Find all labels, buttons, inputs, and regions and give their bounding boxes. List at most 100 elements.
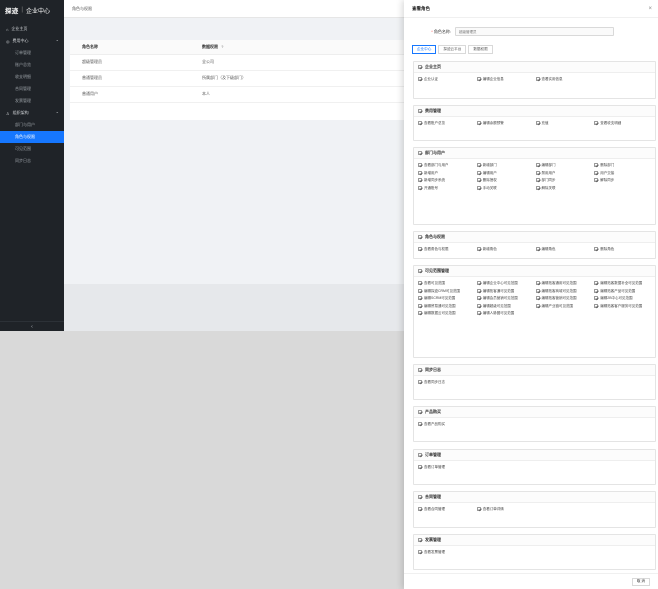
- permission-item[interactable]: 编辑探迹CRM可见范围: [418, 289, 475, 294]
- checkbox[interactable]: [594, 247, 599, 252]
- permission-item[interactable]: 删除角色: [594, 247, 651, 252]
- sidebar-item[interactable]: ◎ 费用中心 ⌃: [0, 35, 64, 47]
- checkbox[interactable]: [476, 178, 481, 183]
- permission-item[interactable]: 编辑企业信息: [476, 77, 534, 82]
- permission-item[interactable]: 编辑用户: [476, 170, 534, 176]
- help-icon[interactable]: ?: [221, 44, 223, 49]
- permission-item[interactable]: 充值: [535, 121, 593, 126]
- permission-item[interactable]: 开通账号: [418, 186, 475, 191]
- permission-item[interactable]: 查看角色与权限: [418, 247, 475, 252]
- checkbox[interactable]: [418, 185, 422, 190]
- permission-item[interactable]: 部门同步: [535, 178, 593, 183]
- permission-item[interactable]: 编辑部门: [535, 163, 593, 168]
- permission-item[interactable]: 查看部门与用户: [418, 163, 475, 168]
- sidebar-item[interactable]: 同步日志: [0, 155, 64, 167]
- permission-item[interactable]: 编辑贸易通可见范围: [418, 304, 475, 309]
- checkbox[interactable]: [594, 288, 599, 293]
- permission-item[interactable]: 解除关联: [535, 185, 593, 191]
- checkbox[interactable]: [476, 507, 481, 512]
- checkbox[interactable]: [476, 163, 481, 168]
- permission-item[interactable]: 查看实用信息: [535, 77, 593, 82]
- permission-item[interactable]: 编辑拓客通可见范围: [476, 289, 534, 294]
- checkbox[interactable]: [594, 163, 599, 168]
- sidebar-item[interactable]: 可见范围: [0, 143, 64, 155]
- checkbox[interactable]: [594, 170, 599, 175]
- checkbox[interactable]: [476, 296, 481, 301]
- permission-item[interactable]: 编辑拓客通用可见范围: [535, 281, 593, 286]
- checkbox[interactable]: [535, 121, 540, 126]
- permission-item[interactable]: 编辑会员营销可见范围: [476, 296, 534, 301]
- cancel-button[interactable]: 取 消: [631, 577, 650, 586]
- checkbox[interactable]: [535, 247, 540, 252]
- checkbox[interactable]: [535, 163, 540, 168]
- sidebar-item[interactable]: 收支明细: [0, 71, 64, 83]
- checkbox[interactable]: [418, 311, 422, 316]
- permission-item[interactable]: 查看产品购买: [418, 422, 475, 427]
- close-icon[interactable]: ×: [648, 6, 652, 12]
- checkbox[interactable]: [418, 507, 422, 512]
- checkbox[interactable]: [535, 77, 540, 82]
- section-checkbox[interactable]: [418, 453, 422, 458]
- permission-item[interactable]: 查看收支明细: [594, 121, 651, 126]
- sidebar-item[interactable]: 部门与用户: [0, 119, 64, 131]
- checkbox[interactable]: [418, 550, 422, 555]
- permission-item[interactable]: 编辑拓客营销可见范围: [535, 296, 593, 301]
- permission-item[interactable]: 编辑角色: [535, 247, 593, 252]
- permission-item[interactable]: 查看可见范围: [418, 281, 475, 286]
- checkbox[interactable]: [535, 185, 540, 190]
- checkbox[interactable]: [418, 380, 422, 385]
- table-row[interactable]: 普通管理员 所属部门（及下级部门）: [70, 70, 404, 87]
- checkbox[interactable]: [535, 303, 540, 308]
- permission-item[interactable]: 查看账户总览: [418, 121, 475, 126]
- permission-item[interactable]: 禁用用户: [535, 170, 593, 176]
- checkbox[interactable]: [418, 170, 422, 175]
- permission-item[interactable]: 编辑企业中心可见范围: [476, 281, 534, 286]
- checkbox[interactable]: [418, 303, 422, 308]
- permission-item[interactable]: 编辑拓客产品可见范围: [594, 289, 651, 294]
- checkbox[interactable]: [594, 178, 599, 183]
- permission-item[interactable]: 查看合同管理: [418, 507, 475, 512]
- table-row[interactable]: 普通用户 本人: [70, 86, 404, 103]
- permission-item[interactable]: 编辑人脉圈可见范围: [476, 311, 534, 316]
- sidebar-item[interactable]: 发票管理: [0, 95, 64, 107]
- section-checkbox[interactable]: [418, 65, 422, 70]
- checkbox[interactable]: [476, 281, 481, 286]
- checkbox[interactable]: [476, 247, 481, 252]
- sidebar-item[interactable]: 合同管理: [0, 83, 64, 95]
- checkbox[interactable]: [418, 465, 422, 470]
- checkbox[interactable]: [535, 170, 540, 175]
- permission-item[interactable]: 查看订单管理: [418, 465, 475, 470]
- permission-item[interactable]: 编辑拓客客户服务可见范围: [594, 304, 651, 309]
- permission-item[interactable]: 删除部门: [594, 163, 651, 168]
- permission-item[interactable]: 编辑2B中心可见范围: [594, 296, 651, 301]
- tab-data-permission[interactable]: 数据权限: [468, 45, 493, 54]
- sidebar-item[interactable]: 角色与权限: [0, 131, 64, 143]
- permission-item[interactable]: 编辑拓客数据补全可见范围: [594, 281, 651, 286]
- checkbox[interactable]: [594, 296, 599, 301]
- sidebar-item[interactable]: 账户总览: [0, 59, 64, 71]
- section-checkbox[interactable]: [418, 269, 422, 274]
- checkbox[interactable]: [476, 77, 481, 82]
- permission-item[interactable]: 查看订单详情: [476, 507, 534, 512]
- checkbox[interactable]: [535, 178, 540, 183]
- section-checkbox[interactable]: [418, 235, 422, 240]
- role-name-input[interactable]: [455, 27, 614, 36]
- checkbox[interactable]: [476, 185, 481, 190]
- permission-item[interactable]: 新增部门: [476, 163, 534, 168]
- checkbox[interactable]: [476, 303, 481, 308]
- checkbox[interactable]: [418, 121, 422, 126]
- sidebar-item[interactable]: 订单管理: [0, 47, 64, 59]
- checkbox[interactable]: [535, 281, 540, 286]
- checkbox[interactable]: [418, 247, 422, 252]
- checkbox[interactable]: [535, 296, 540, 301]
- permission-item[interactable]: 删除授权: [476, 178, 534, 183]
- checkbox[interactable]: [476, 170, 481, 175]
- checkbox[interactable]: [476, 121, 481, 126]
- checkbox[interactable]: [594, 121, 599, 126]
- checkbox[interactable]: [594, 281, 599, 286]
- checkbox[interactable]: [535, 288, 540, 293]
- tab-enterprise-center[interactable]: 企业中心: [412, 45, 437, 54]
- permission-item[interactable]: 解除同步: [594, 178, 651, 183]
- permission-item[interactable]: 编辑产业链可见范围: [535, 303, 593, 309]
- permission-item[interactable]: 查看同步日志: [418, 380, 475, 385]
